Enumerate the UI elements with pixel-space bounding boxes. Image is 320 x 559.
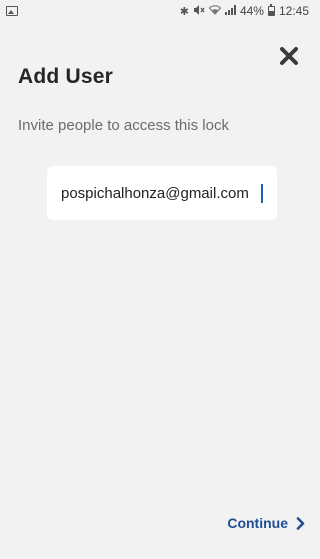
email-input[interactable]: [61, 184, 275, 202]
bluetooth-icon: ✱: [179, 5, 189, 18]
page-title: Add User: [18, 65, 113, 88]
continue-button[interactable]: Continue: [227, 515, 305, 531]
battery-percent: 44%: [239, 4, 264, 18]
page-subtitle: Invite people to access this lock: [18, 117, 229, 134]
wifi-icon: [208, 4, 222, 18]
add-user-screen: ✱ 44% 12:45 Add User Invite people to ac…: [0, 0, 315, 559]
battery-icon: [267, 4, 275, 16]
image-icon: [6, 6, 18, 16]
email-card[interactable]: [47, 166, 277, 220]
close-icon: [280, 47, 298, 65]
text-caret: [261, 184, 263, 203]
continue-label: Continue: [227, 515, 288, 531]
close-button[interactable]: [277, 44, 301, 68]
signal-icon: [224, 4, 236, 18]
mute-icon: [193, 4, 205, 18]
status-time: 12:45: [278, 4, 309, 18]
status-bar: ✱ 44% 12:45: [0, 0, 315, 22]
chevron-right-icon: [296, 516, 305, 530]
